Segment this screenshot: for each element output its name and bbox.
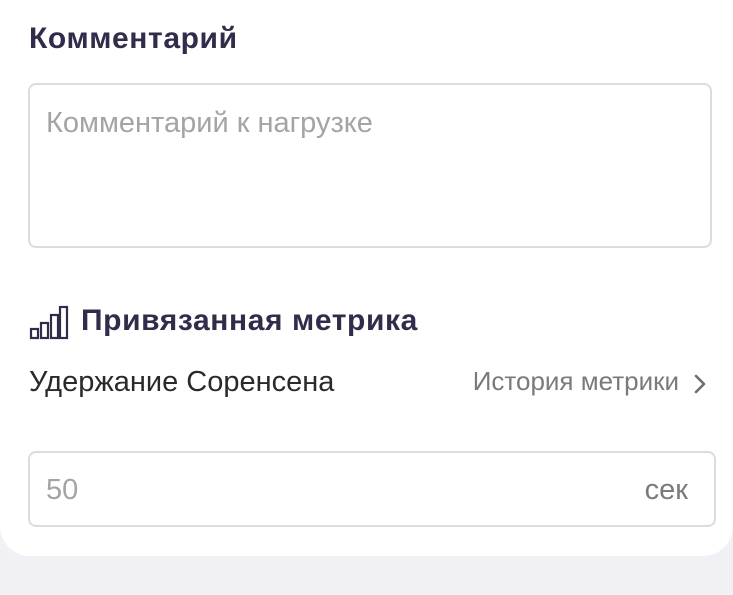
chevron-right-icon [693,371,707,393]
metric-value-placeholder: 50 [46,474,79,506]
metric-name: Удержание Соренсена [29,366,335,398]
comment-section-title: Комментарий [29,22,238,55]
metric-value-input[interactable]: 50 сек [28,451,716,527]
comment-placeholder: Комментарий к нагрузке [46,107,373,139]
metric-unit-label: сек [644,474,688,506]
metric-history-link[interactable]: История метрики [473,366,707,397]
linked-metric-title: Привязанная метрика [81,304,418,337]
metric-card: Комментарий Комментарий к нагрузке Привя… [0,0,733,556]
comment-textarea[interactable]: Комментарий к нагрузке [28,83,712,248]
bar-chart-icon [29,304,69,340]
metric-history-label: История метрики [472,366,679,396]
